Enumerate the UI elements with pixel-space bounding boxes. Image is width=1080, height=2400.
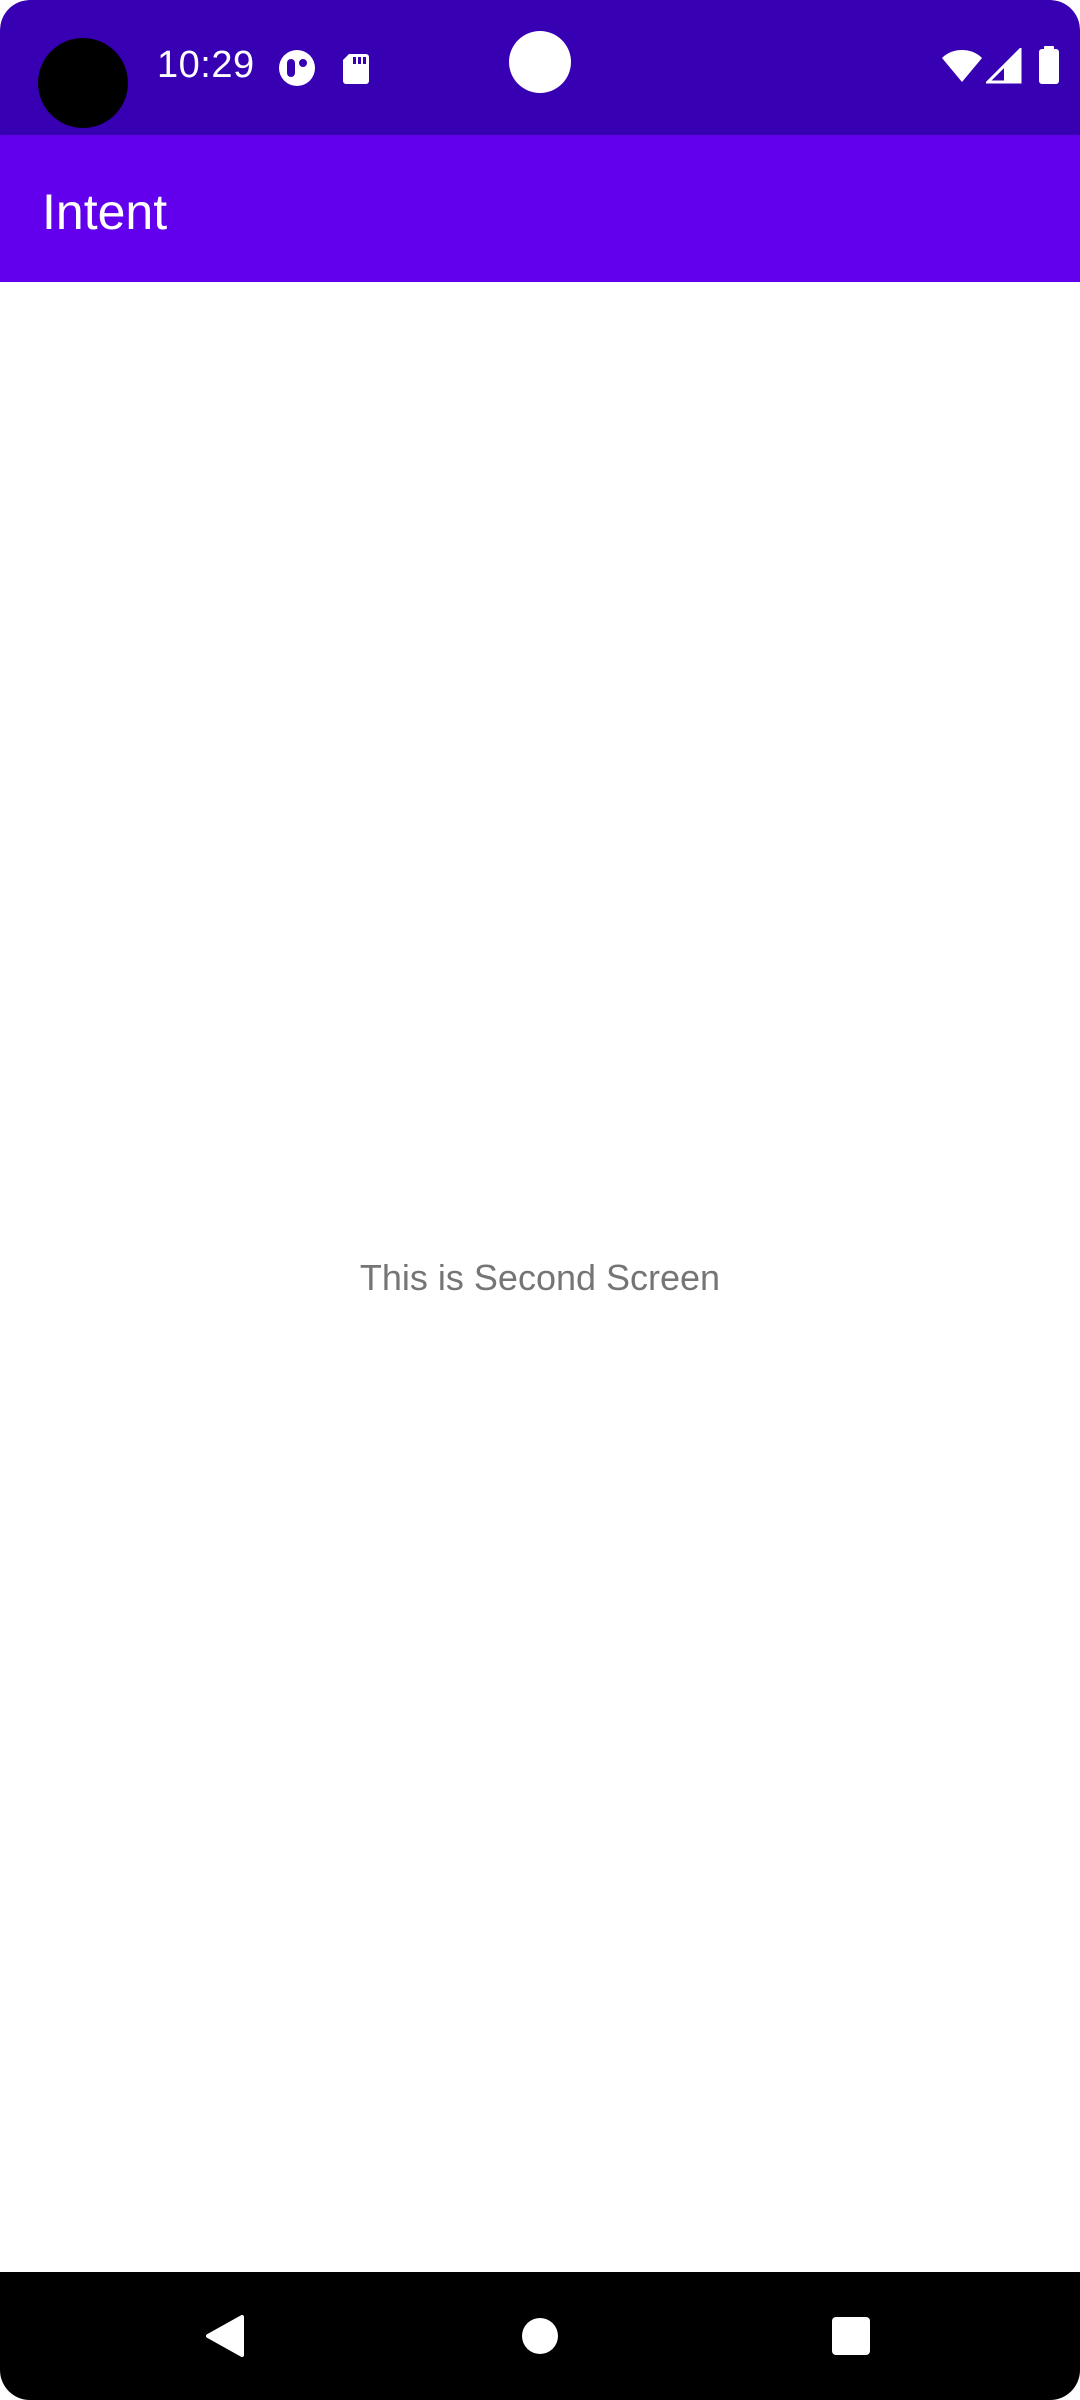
home-circle-icon: [522, 2318, 558, 2354]
battery-icon: [1038, 46, 1060, 84]
system-navigation-bar: [0, 2272, 1080, 2400]
status-time: 10:29: [157, 44, 255, 86]
app-toolbar: Intent: [0, 135, 1080, 282]
nav-back-button[interactable]: [185, 2296, 265, 2376]
status-bar: 10:29: [0, 0, 1080, 135]
sd-card-icon: [336, 48, 376, 88]
app-title: Intent: [42, 184, 168, 240]
front-camera-dot: [509, 31, 571, 93]
nav-home-button[interactable]: [500, 2296, 580, 2376]
second-screen-message: This is Second Screen: [359, 1257, 721, 1298]
nav-recents-button[interactable]: [811, 2296, 891, 2376]
camera-cutout: [38, 38, 128, 128]
back-triangle-icon: [206, 2315, 244, 2357]
phone-screen: 10:29 Intent This is Second Screen: [0, 0, 1080, 2400]
cell-signal-icon: [984, 46, 1022, 84]
recents-square-icon: [832, 2317, 870, 2355]
main-content: This is Second Screen: [0, 282, 1080, 2272]
notification-app-icon: [277, 48, 317, 88]
wifi-icon: [940, 48, 984, 84]
